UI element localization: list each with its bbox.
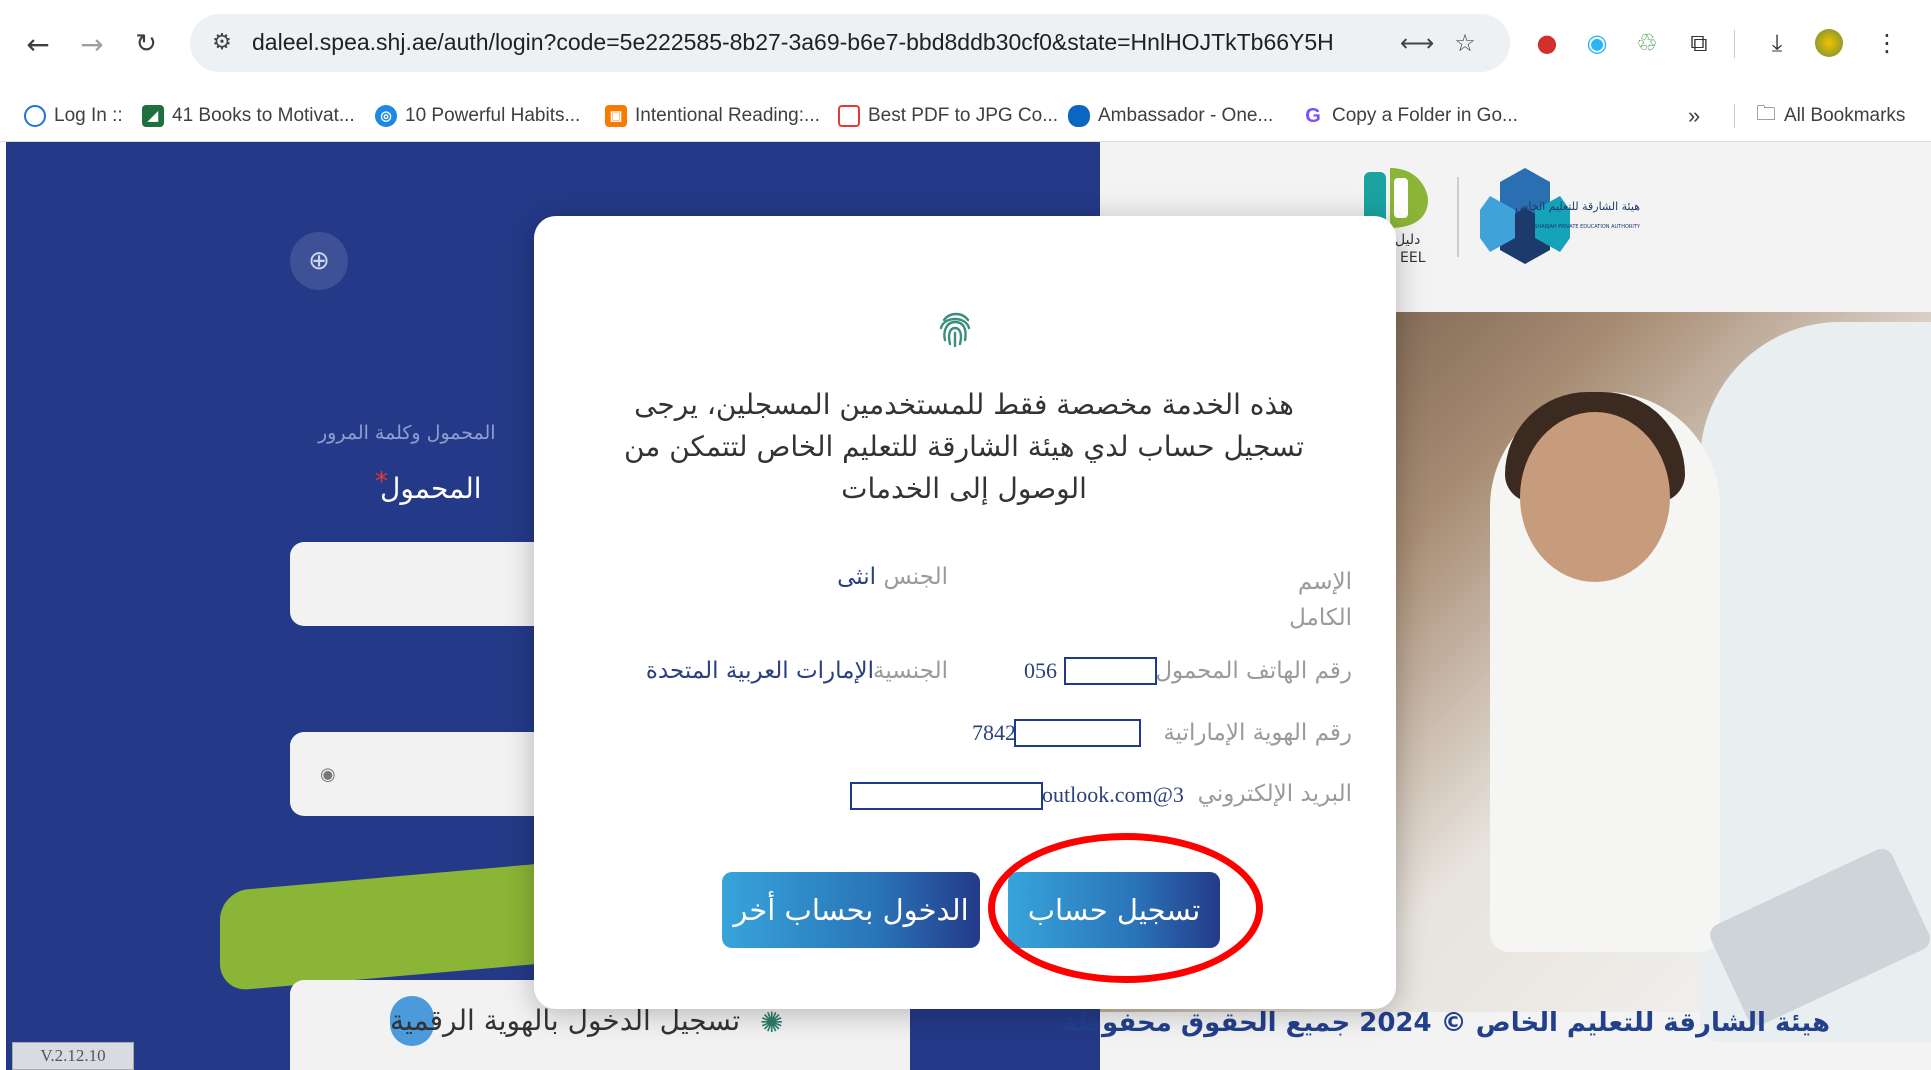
annotation-red-circle — [988, 833, 1263, 983]
bookmark-label: Ambassador - One... — [1098, 105, 1274, 126]
daleel-label-en: EEL — [1400, 250, 1426, 266]
bookmark-favicon-icon: ▣ — [605, 105, 627, 127]
bookmarks-divider — [1734, 104, 1735, 128]
emirates-id-label: رقم الهوية الإماراتية — [1163, 720, 1352, 746]
registration-required-dialog: هذه الخدمة مخصصة فقط للمستخدمين المسجلين… — [534, 216, 1396, 1009]
bookmark-label: Copy a Folder in Go... — [1332, 105, 1518, 126]
menu-kebab-icon[interactable]: ⋮ — [1870, 26, 1904, 60]
extension-chrome-icon[interactable]: ◉ — [1580, 26, 1614, 60]
other-account-button[interactable]: الدخول بحساب أخر — [722, 872, 980, 948]
extension-shield-icon[interactable]: ● — [1530, 26, 1564, 60]
bookmark-favicon-icon: ◢ — [142, 105, 164, 127]
emirates-id-value: 7842 — [972, 720, 1016, 745]
bookmark-label: 41 Books to Motivat... — [172, 105, 355, 126]
address-bar[interactable]: ⚙ daleel.spea.shj.ae/auth/login?code=5e2… — [190, 14, 1510, 72]
bookmark-favicon-icon — [838, 105, 860, 127]
bookmark-item[interactable]: Log In :: — [24, 100, 123, 132]
bookmark-label: Best PDF to JPG Co... — [868, 105, 1059, 126]
phone-value: 056 — [1024, 658, 1057, 683]
fingerprint-icon: ✺ — [760, 1006, 784, 1039]
extension-recycle-icon[interactable]: ♲ — [1630, 26, 1664, 60]
version-badge: V.2.12.10 — [12, 1042, 134, 1070]
full-name-label: الإسم الكامل — [1289, 569, 1352, 631]
bookmark-item[interactable]: ◢ 41 Books to Motivat... — [142, 100, 355, 132]
circle-icon — [24, 105, 46, 127]
spea-logo-icon — [1480, 168, 1570, 264]
phone-label: رقم الهاتف المحمول — [1155, 658, 1352, 684]
login-hint-text: المحمول وكلمة المرور — [318, 422, 496, 444]
eye-icon[interactable]: ◉ — [320, 764, 342, 786]
bookmark-label: Intentional Reading:... — [635, 105, 820, 126]
redaction-box — [850, 782, 1043, 810]
back-arrow-icon[interactable]: ← — [18, 24, 58, 64]
bookmarks-overflow-button[interactable]: » — [1688, 100, 1700, 132]
toolbar-divider — [1734, 30, 1735, 58]
cloud-icon — [1068, 105, 1090, 127]
daleel-label: دليل — [1395, 232, 1421, 248]
reload-icon[interactable]: ↻ — [126, 24, 166, 64]
authority-name: هيئة الشارقة للتعليم الخاص — [1515, 200, 1640, 213]
copyright-text: هيئة الشارقة للتعليم الخاص © 2024 جميع ا… — [1061, 1008, 1830, 1038]
mobile-field-label: المحمول — [380, 472, 482, 505]
bookmark-label: 10 Powerful Habits... — [405, 105, 581, 126]
browser-toolbar: ← → ↻ ⚙ daleel.spea.shj.ae/auth/login?co… — [0, 0, 1931, 90]
bookmarks-bar: Log In :: ◢ 41 Books to Motivat... ◎ 10 … — [0, 90, 1931, 142]
bookmark-label: Log In :: — [54, 105, 123, 126]
forward-arrow-icon[interactable]: → — [72, 24, 112, 64]
download-icon[interactable]: ⤓ — [1760, 26, 1794, 60]
bookmark-item[interactable]: Ambassador - One... — [1068, 100, 1273, 132]
bookmark-item[interactable]: ▣ Intentional Reading:... — [605, 100, 820, 132]
fingerprint-icon — [939, 312, 971, 348]
redaction-box — [1064, 657, 1157, 685]
bookmark-star-icon[interactable]: ☆ — [1450, 28, 1480, 58]
redaction-box — [1014, 719, 1141, 747]
email-value: 3@outlook.com — [1042, 782, 1184, 807]
bookmark-favicon-icon: G — [1302, 105, 1324, 127]
gender-label: الجنس — [883, 564, 948, 590]
required-star: * — [375, 467, 388, 497]
bookmark-item[interactable]: ◎ 10 Powerful Habits... — [375, 100, 580, 132]
site-info-icon[interactable]: ⚙ — [208, 29, 236, 57]
bookmark-item[interactable]: Best PDF to JPG Co... — [838, 100, 1058, 132]
authority-name-en: SHARJAH PRIVATE EDUCATION AUTHORITY — [1534, 224, 1640, 230]
folder-icon: 🗀 — [1756, 103, 1776, 125]
photo-child-face — [1520, 412, 1670, 582]
nationality-value: الإمارات العربية المتحدة — [645, 658, 874, 684]
all-bookmarks-label: All Bookmarks — [1784, 105, 1906, 126]
url-text[interactable]: daleel.spea.shj.ae/auth/login?code=5e222… — [252, 29, 1334, 56]
bookmark-item[interactable]: G Copy a Folder in Go... — [1302, 100, 1518, 132]
nationality-label: الجنسية — [873, 658, 948, 684]
bookmark-favicon-icon: ◎ — [375, 105, 397, 127]
gender-value: انثى — [837, 564, 876, 590]
email-label: البريد الإلكتروني — [1197, 781, 1352, 807]
logo-divider — [1457, 177, 1459, 257]
profile-avatar-icon[interactable] — [1812, 26, 1846, 60]
language-globe-icon[interactable]: ⊕ — [290, 232, 348, 290]
all-bookmarks-button[interactable]: 🗀 All Bookmarks — [1756, 100, 1905, 132]
translate-icon[interactable]: ⟷ — [1400, 28, 1434, 58]
extensions-puzzle-icon[interactable]: ⧉ — [1682, 26, 1716, 60]
dialog-message: هذه الخدمة مخصصة فقط للمستخدمين المسجلين… — [623, 388, 1305, 505]
